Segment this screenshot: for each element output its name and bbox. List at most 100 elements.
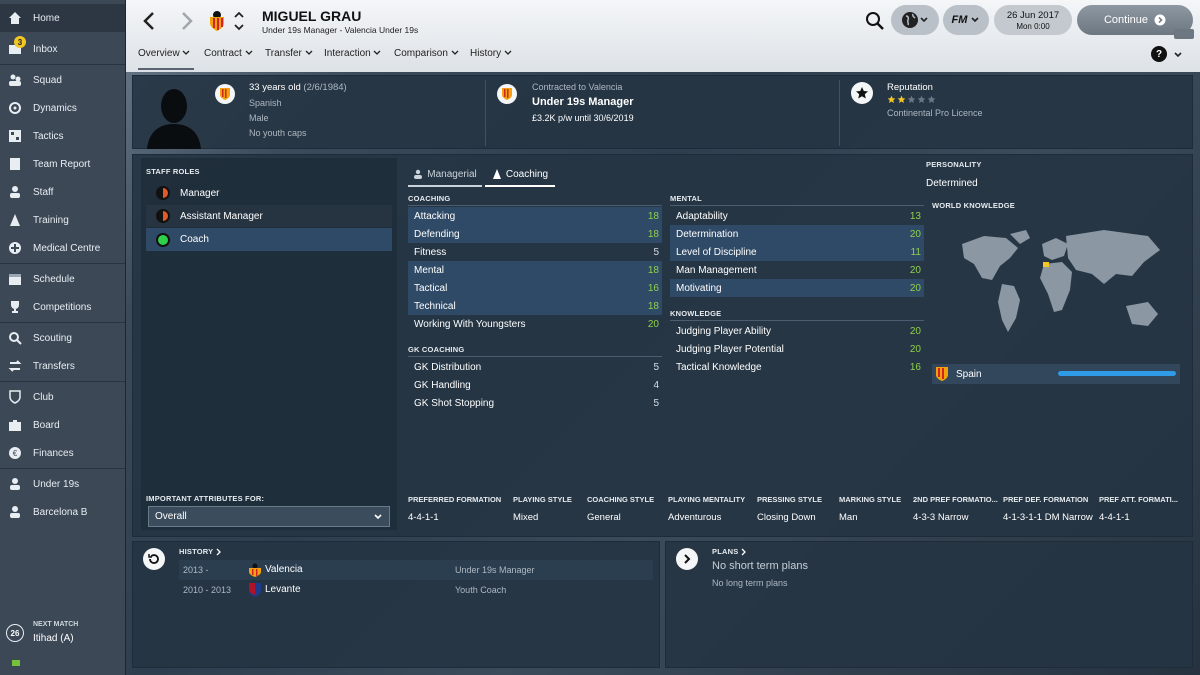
sidebar-item-label: Training	[33, 214, 69, 226]
sidebar-item-staff[interactable]: Staff	[0, 178, 125, 206]
tab-comparison[interactable]: Comparison	[394, 48, 459, 59]
person-switcher[interactable]	[233, 9, 245, 33]
knowledge-title: KNOWLEDGE	[670, 309, 722, 318]
sidebar-item-label: Home	[33, 12, 60, 24]
tab-history[interactable]: History	[470, 48, 512, 59]
sidebar-item-transfers[interactable]: Transfers	[0, 352, 125, 380]
forward-button[interactable]	[176, 10, 196, 32]
help-button[interactable]: ?	[1151, 46, 1167, 62]
style-header: PRESSING STYLE	[757, 495, 823, 504]
style-value: Man	[839, 512, 858, 523]
sidebar-item-competitions[interactable]: Competitions	[0, 293, 125, 321]
attr-row[interactable]: Working With Youngsters 20	[408, 315, 662, 333]
home-icon	[8, 11, 22, 25]
attr-value: 5	[653, 246, 659, 258]
style-value: General	[587, 512, 621, 523]
sidebar-item-under-19s[interactable]: Under 19s	[0, 470, 125, 498]
important-attributes-select[interactable]: Overall	[148, 506, 390, 527]
attr-row[interactable]: Man Management 20	[670, 261, 924, 279]
sidebar-item-team-report[interactable]: Team Report	[0, 150, 125, 178]
fm-menu-button[interactable]: FM	[943, 5, 989, 35]
chevron-down-icon[interactable]	[1173, 51, 1183, 59]
attr-row[interactable]: GK Handling 4	[408, 376, 662, 394]
managerial-icon	[414, 169, 423, 179]
attr-row[interactable]: Level of Discipline 11	[670, 243, 924, 261]
globe-button[interactable]	[891, 5, 939, 35]
attr-row[interactable]: Judging Player Potential 20	[670, 340, 924, 358]
page-title: MIGUEL GRAU	[262, 8, 362, 24]
plans-link[interactable]: PLANS	[712, 547, 747, 556]
chevron-down-icon	[374, 513, 382, 519]
attr-row[interactable]: GK Shot Stopping 5	[408, 394, 662, 412]
tab-contract[interactable]: Contract	[204, 48, 253, 59]
sidebar-item-tactics[interactable]: Tactics	[0, 122, 125, 150]
attr-row[interactable]: Tactical Knowledge 16	[670, 358, 924, 376]
sidebar-item-board[interactable]: Board	[0, 411, 125, 439]
attr-name: Tactical Knowledge	[676, 361, 762, 373]
history-row[interactable]: 2013 - Valencia Under 19s Manager	[179, 560, 653, 580]
next-match-day: 26	[6, 624, 24, 642]
sidebar-item-home[interactable]: Home	[0, 4, 125, 32]
chevron-down-icon	[451, 50, 459, 55]
attr-row[interactable]: Adaptability 13	[670, 207, 924, 225]
role-coach[interactable]: Coach	[146, 228, 392, 251]
role-assistant-manager[interactable]: Assistant Manager	[146, 205, 392, 227]
sidebar-item-finances[interactable]: € Finances	[0, 439, 125, 467]
search-button[interactable]	[864, 10, 886, 32]
attr-row[interactable]: Technical 18	[408, 297, 662, 315]
tab-coaching[interactable]: Coaching	[485, 163, 555, 187]
attr-value: 5	[653, 361, 659, 373]
back-button[interactable]	[140, 10, 160, 32]
tab-label: Managerial	[427, 168, 477, 180]
tab-overview[interactable]: Overview	[138, 48, 194, 70]
sidebar-item-medical-centre[interactable]: Medical Centre	[0, 234, 125, 262]
history-club: Valencia	[265, 564, 303, 575]
sidebar-item-label: Dynamics	[33, 102, 77, 114]
divider	[485, 80, 486, 146]
sidebar-item-training[interactable]: Training	[0, 206, 125, 234]
attr-row[interactable]: Motivating 20	[670, 279, 924, 297]
status-icon	[12, 660, 20, 666]
attr-row[interactable]: Determination 20	[670, 225, 924, 243]
sidebar-item-label: Team Report	[33, 158, 91, 170]
sidebar-item-squad[interactable]: Squad	[0, 66, 125, 94]
world-knowledge-row[interactable]: Spain	[932, 364, 1180, 384]
tab-label: Coaching	[505, 168, 549, 180]
sidebar-item-club[interactable]: Club	[0, 383, 125, 411]
tab-label: Contract	[204, 48, 242, 59]
attr-value: 16	[909, 361, 921, 373]
sidebar-item-inbox[interactable]: 3 Inbox	[0, 35, 125, 63]
attr-row[interactable]: Fitness 5	[408, 243, 662, 261]
attr-row[interactable]: GK Distribution 5	[408, 358, 662, 376]
tab-managerial[interactable]: Managerial	[408, 163, 482, 187]
sidebar-item-barcelona-b[interactable]: Barcelona B	[0, 498, 125, 526]
header: MIGUEL GRAU Under 19s Manager - Valencia…	[126, 0, 1200, 72]
tab-interaction[interactable]: Interaction	[324, 48, 381, 59]
attr-row[interactable]: Tactical 16	[408, 279, 662, 297]
sidebar-item-schedule[interactable]: Schedule	[0, 265, 125, 293]
levante-crest-icon	[249, 583, 261, 597]
role-manager[interactable]: Manager	[146, 182, 392, 204]
history-icon	[143, 548, 165, 570]
reputation-label: Reputation	[887, 82, 933, 93]
attr-row[interactable]: Mental 18	[408, 261, 662, 279]
attr-row[interactable]: Attacking 18	[408, 207, 662, 225]
next-match[interactable]: 26 NEXT MATCH Itihad (A)	[6, 620, 120, 650]
sidebar-item-scouting[interactable]: Scouting	[0, 324, 125, 352]
history-row[interactable]: 2010 - 2013 Levante Youth Coach	[179, 580, 653, 600]
sidebar-item-dynamics[interactable]: Dynamics	[0, 94, 125, 122]
date-of-birth: (2/6/1984)	[303, 82, 347, 93]
divider	[408, 205, 662, 206]
club-icon	[8, 390, 22, 404]
date-display[interactable]: 26 Jun 2017 Mon 0:00	[994, 5, 1072, 35]
history-link[interactable]: HISTORY	[179, 547, 222, 556]
style-value: 4-4-1-1	[1099, 512, 1130, 523]
fm-label: FM	[951, 14, 968, 26]
attr-row[interactable]: Judging Player Ability 20	[670, 322, 924, 340]
star-icon	[851, 82, 873, 104]
tab-transfer[interactable]: Transfer	[265, 48, 313, 59]
staff-roles-title: STAFF ROLES	[146, 167, 200, 176]
job-role: Under 19s Manager	[532, 96, 634, 108]
club-crest-icon	[497, 84, 517, 104]
attr-row[interactable]: Defending 18	[408, 225, 662, 243]
